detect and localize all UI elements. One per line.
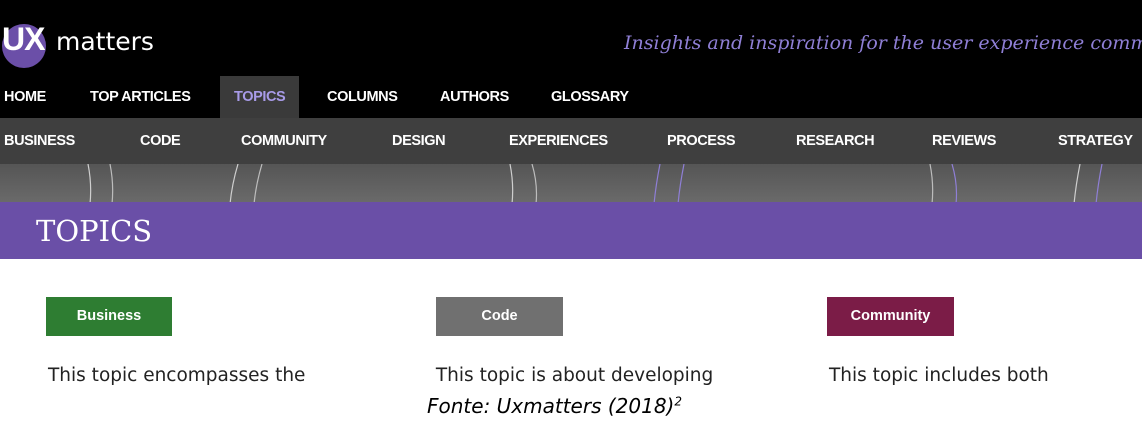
topic-business-button[interactable]: Business [46,297,172,336]
topic-nav-research[interactable]: RESEARCH [796,118,875,164]
caption-text: Fonte: Uxmatters (2018) [427,394,675,418]
topic-nav: BUSINESS CODE COMMUNITY DESIGN EXPERIENC… [0,118,1142,164]
page-header: TOPICS [0,202,1142,259]
caption-footnote: 2 [674,394,683,409]
figure-caption: Fonte: Uxmatters (2018)2 [427,394,682,418]
topic-business-description: This topic encompasses the [48,365,306,386]
topic-nav-strategy[interactable]: STRATEGY [1058,118,1133,164]
topic-nav-process[interactable]: PROCESS [667,118,736,164]
topic-community-description: This topic includes both [829,365,1049,386]
topic-code-description: This topic is about developing [430,365,714,386]
page-title: TOPICS [36,214,153,248]
site-header: UX matters Insights and inspiration for … [0,0,1142,76]
topic-community-button[interactable]: Community [827,297,954,336]
topic-nav-design[interactable]: DESIGN [392,118,446,164]
topic-nav-code[interactable]: CODE [140,118,181,164]
main-nav: HOME TOP ARTICLES TOPICS COLUMNS AUTHORS… [0,76,1142,118]
logo-matters-text: matters [56,27,154,56]
site-tagline: Insights and inspiration for the user ex… [624,32,1142,54]
topic-nav-reviews[interactable]: REVIEWS [932,118,996,164]
nav-item-home[interactable]: HOME [4,76,46,118]
logo-ux-text: UX [2,21,45,57]
nav-item-columns[interactable]: COLUMNS [327,76,398,118]
nav-item-top-articles[interactable]: TOP ARTICLES [90,76,191,118]
topic-nav-business[interactable]: BUSINESS [4,118,75,164]
nav-item-topics[interactable]: TOPICS [220,76,300,118]
nav-item-glossary[interactable]: GLOSSARY [551,76,629,118]
banner-curves [87,164,1103,204]
decorative-banner [0,164,1142,204]
nav-item-authors[interactable]: AUTHORS [440,76,509,118]
topic-nav-community[interactable]: COMMUNITY [241,118,327,164]
topic-code-button[interactable]: Code [436,297,563,336]
topic-nav-experiences[interactable]: EXPERIENCES [509,118,608,164]
